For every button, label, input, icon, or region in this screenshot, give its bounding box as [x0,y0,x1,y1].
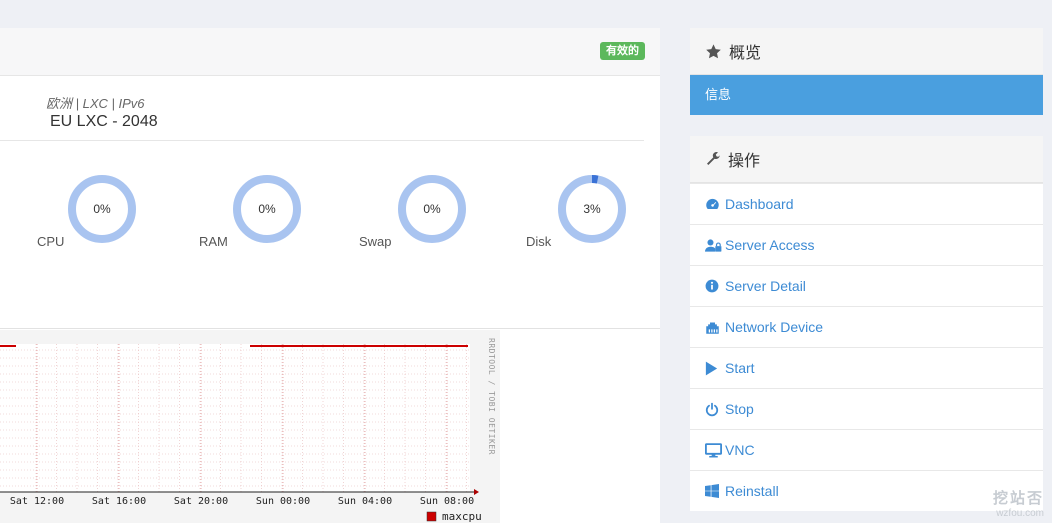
ram-gauge: 0% [232,174,302,244]
sidebar-item-start[interactable]: Start [690,347,1043,388]
sidebar-item-server-access[interactable]: Server Access [690,224,1043,265]
disk-gauge-value: 3% [583,202,601,216]
sidebar-item-label: Dashboard [725,196,794,212]
cpu-graph-area: Sat 12:00 Sat 16:00 Sat 20:00 Sun 00:00 Sun … [0,328,660,523]
swap-label: Swap [359,234,392,249]
cpu-graph-svg: Sat 12:00 Sat 16:00 Sat 20:00 Sun 00:00 Sun … [0,338,496,523]
ram-label: RAM [199,234,228,249]
actions-title: 操作 [728,153,761,170]
cpu-gauge-value: 0% [93,202,111,216]
overview-title: 概览 [729,45,762,62]
disk-label: Disk [526,234,552,249]
actions-card-header: 操作 [690,136,1043,183]
power-icon [705,402,722,417]
windows-icon [705,484,722,498]
graph-x-tick-label: Sat 20:00 [174,496,228,507]
info-circle-icon [705,279,722,293]
plan-name: EU LXC - 2048 [50,113,158,130]
swap-gauge: 0% [397,174,467,244]
legend-swatch [426,511,437,522]
dashboard-icon [705,197,722,212]
legend-label: maxcpu [442,510,482,523]
sidebar-item-label: Network Device [725,319,824,335]
graph-side-label: RRDTOOL / TOBI OETIKER [487,338,496,455]
star-icon [705,43,722,60]
sidebar-item-label: Reinstall [725,483,779,499]
sidebar-item-label: Server Access [725,237,815,253]
sidebar-item-reinstall[interactable]: Reinstall [690,470,1043,511]
service-panel-header: 有效的 [0,28,660,76]
graph-x-tick-label: Sat 16:00 [92,496,146,507]
wrench-icon [705,151,721,167]
watermark-url: wzfou.com [996,508,1044,519]
graph-x-labels: Sat 12:00 Sat 16:00 Sat 20:00 Sun 00:00 Sun … [10,496,474,507]
network-device-icon [705,321,722,334]
swap-gauge-value: 0% [423,202,441,216]
sidebar-item-server-detail[interactable]: Server Detail [690,265,1043,306]
cpu-gauge: 0% [67,174,137,244]
sidebar-item-info[interactable]: 信息 [690,75,1043,115]
sidebar-item-network-device[interactable]: Network Device [690,306,1043,347]
cpu-label: CPU [37,234,65,249]
sidebar-item-vnc[interactable]: VNC [690,429,1043,470]
graph-x-tick-label: Sun 04:00 [338,496,392,507]
play-icon [705,361,722,376]
overview-card-header: 概览 [690,28,1043,75]
sidebar-item-label: Stop [725,401,754,417]
plan-tags: 欧洲 | LXC | IPv6 [46,96,145,111]
status-badge: 有效的 [600,42,645,60]
disk-gauge: 3% [557,174,627,244]
graph-x-tick-label: Sat 12:00 [10,496,64,507]
graph-x-tick-label: Sun 00:00 [256,496,310,507]
watermark: 挖站否 wzfou.com [993,487,1044,519]
sidebar-item-label: Server Detail [725,278,806,294]
cpu-graph: Sat 12:00 Sat 16:00 Sat 20:00 Sun 00:00 Sun … [0,330,500,523]
sidebar-item-label: VNC [725,442,755,458]
actions-card: 操作 Dashboard Server Access Server Detail… [690,136,1043,511]
graph-x-tick-label: Sun 08:00 [420,496,474,507]
monitor-icon [705,442,722,458]
overview-card: 概览 信息 [690,28,1043,115]
user-lock-icon [705,238,722,253]
sidebar-item-stop[interactable]: Stop [690,388,1043,429]
divider [0,140,644,141]
ram-gauge-value: 0% [258,202,276,216]
watermark-title: 挖站否 [992,490,1044,507]
graph-x-axis-arrow [474,489,479,495]
sidebar-item-label: Start [725,360,755,376]
sidebar-item-dashboard[interactable]: Dashboard [690,183,1043,224]
service-panel: 有效的 欧洲 | LXC | IPv6 EU LXC - 2048 0% CPU… [0,28,660,523]
